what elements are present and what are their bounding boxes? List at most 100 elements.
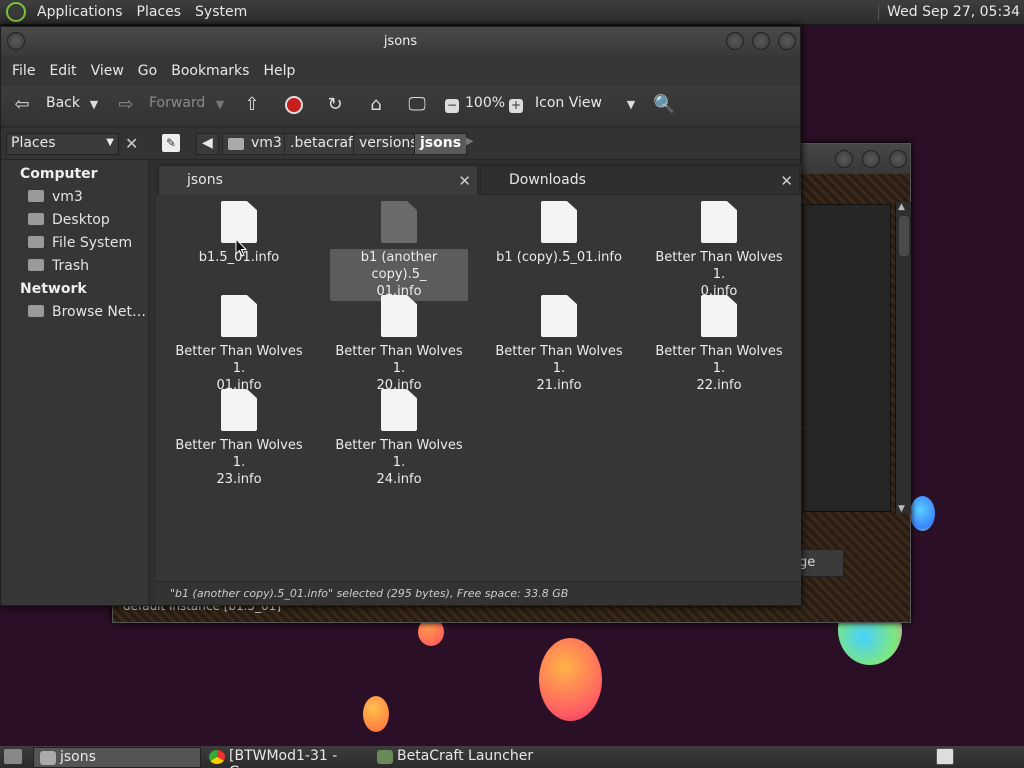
scroll-down-icon[interactable]: ▼ [898,504,905,514]
sidebar-mode-select[interactable]: Places ▼ [6,133,119,155]
file-name: Better Than Wolves 1. 22.info [649,343,789,394]
tab-jsons[interactable]: jsons ✕ [158,165,478,195]
distro-logo-icon[interactable] [6,2,26,22]
file-item[interactable]: Better Than Wolves 1. 24.info [329,389,469,488]
sidebar-item-browse-network[interactable]: Browse Net… [28,304,146,320]
trash-icon [28,259,44,271]
breadcrumb-back-arrow[interactable]: ◀ [196,133,219,155]
home-folder-icon [28,190,44,202]
forward-arrow-icon[interactable]: ⇨ [115,94,137,116]
taskbar-item-label: jsons [60,749,96,765]
sidebar-item-vm3[interactable]: vm3 [28,189,83,205]
back-button[interactable]: Back [46,95,80,111]
launcher-scrollbar[interactable]: ▲ ▼ [895,202,911,514]
text-file-icon [221,389,257,431]
file-item[interactable]: Better Than Wolves 1. 0.info [649,201,789,300]
show-desktop-icon[interactable] [4,749,22,764]
file-name: Better Than Wolves 1. 23.info [169,437,309,488]
maximize-button[interactable] [862,150,880,168]
top-panel: Applications Places System Wed Sep 27, 0… [0,0,1024,25]
home-icon[interactable]: ⌂ [365,94,387,116]
file-item[interactable]: Better Than Wolves 1. 22.info [649,295,789,394]
file-name-line: 24.info [376,472,422,487]
taskbar: jsons [BTWMod1-31 - Go… BetaCraft Launch… [0,745,1024,768]
file-name-line: b1 (another copy).5_ [360,250,438,282]
file-name: Better Than Wolves 1. 21.info [489,343,629,394]
clock[interactable]: Wed Sep 27, 05:34 [878,4,1020,20]
close-tab-icon[interactable]: ✕ [780,172,793,190]
text-file-icon [381,295,417,337]
betacraft-icon [377,750,393,764]
view-mode-select[interactable]: Icon View [535,95,602,111]
menu-view[interactable]: View [84,63,131,79]
menu-file[interactable]: File [5,63,42,79]
location-bar: Places ▼ ✕ ✎ ◀ vm3 .betacraft versions j… [1,128,800,160]
taskbar-item-betacraft[interactable]: BetaCraft Launcher … [371,747,536,768]
close-button[interactable] [889,150,907,168]
places-menu[interactable]: Places [130,4,189,20]
file-item[interactable]: b1 (another copy).5_ 01.info [329,201,469,301]
applications-menu[interactable]: Applications [30,4,130,20]
file-item[interactable]: Better Than Wolves 1. 01.info [169,295,309,394]
file-item[interactable]: Better Than Wolves 1. 23.info [169,389,309,488]
view-mode-dropdown-icon[interactable]: ▼ [620,94,642,116]
network-icon [28,305,44,317]
close-sidebar-icon[interactable]: ✕ [125,134,138,153]
menu-help[interactable]: Help [256,63,302,79]
file-item[interactable]: Better Than Wolves 1. 21.info [489,295,629,394]
reload-icon[interactable]: ↻ [324,94,346,116]
minimize-button[interactable] [726,32,744,50]
breadcrumb-label: vm3 [251,135,282,151]
maximize-button[interactable] [752,32,770,50]
file-item[interactable]: b1 (copy).5_01.info [489,201,629,266]
file-name-line: Better Than Wolves 1. [335,438,463,470]
file-name-line: Better Than Wolves 1. [655,250,783,282]
sidebar-item-desktop[interactable]: Desktop [28,212,110,228]
forward-history-dropdown[interactable]: ▼ [209,94,231,116]
up-arrow-icon[interactable]: ⇧ [241,94,263,116]
computer-icon[interactable]: 🖵 [406,94,428,116]
breadcrumb-vm3[interactable]: vm3 [222,133,288,155]
sidebar-heading-computer: Computer [20,166,98,182]
sidebar-item-trash[interactable]: Trash [28,258,89,274]
minimize-button[interactable] [835,150,853,168]
close-tab-icon[interactable]: ✕ [458,172,471,190]
back-arrow-icon[interactable]: ⇦ [11,94,33,116]
back-history-dropdown[interactable]: ▼ [83,94,105,116]
taskbar-item-jsons[interactable]: jsons [33,747,201,768]
sidebar-item-label: File System [52,235,133,251]
toolbar: ⇦ Back ▼ ⇨ Forward ▼ ⇧ ↻ ⌂ 🖵 − 100% + Ic… [1,86,800,127]
edit-location-icon[interactable]: ✎ [162,134,180,152]
file-manager-window: jsons File Edit View Go Bookmarks Help ⇦… [0,26,801,606]
workspace-switcher-icon[interactable] [936,748,954,765]
zoom-in-icon[interactable]: + [505,94,527,116]
drive-icon [28,236,44,248]
folder-icon [40,751,56,765]
text-file-icon [541,295,577,337]
file-name: Better Than Wolves 1. 01.info [169,343,309,394]
balloon-decoration [910,496,935,531]
balloon-decoration [539,638,602,721]
file-item[interactable]: Better Than Wolves 1. 20.info [329,295,469,394]
tab-downloads[interactable]: Downloads ✕ [480,165,800,195]
close-button[interactable] [778,32,796,50]
taskbar-item-chrome[interactable]: [BTWMod1-31 - Go… [203,747,368,768]
stop-icon[interactable] [283,94,305,116]
zoom-out-icon[interactable]: − [441,94,463,116]
breadcrumb-jsons[interactable]: jsons [414,133,468,155]
taskbar-item-label: BetaCraft Launcher … [397,748,534,768]
taskbar-item-label: [BTWMod1-31 - Go… [229,748,338,768]
scroll-up-icon[interactable]: ▲ [898,202,905,212]
window-titlebar[interactable]: jsons [1,27,800,56]
search-icon[interactable]: 🔍 [653,94,675,116]
menu-bookmarks[interactable]: Bookmarks [164,63,256,79]
breadcrumb-versions[interactable]: versions [353,133,424,155]
menu-go[interactable]: Go [131,63,164,79]
forward-button[interactable]: Forward [149,95,205,111]
menu-edit[interactable]: Edit [42,63,83,79]
breadcrumb-forward-arrow[interactable]: ▶ [466,136,474,147]
text-file-icon [701,295,737,337]
sidebar-item-file-system[interactable]: File System [28,235,132,251]
scroll-thumb[interactable] [899,216,909,256]
system-menu[interactable]: System [188,4,254,20]
